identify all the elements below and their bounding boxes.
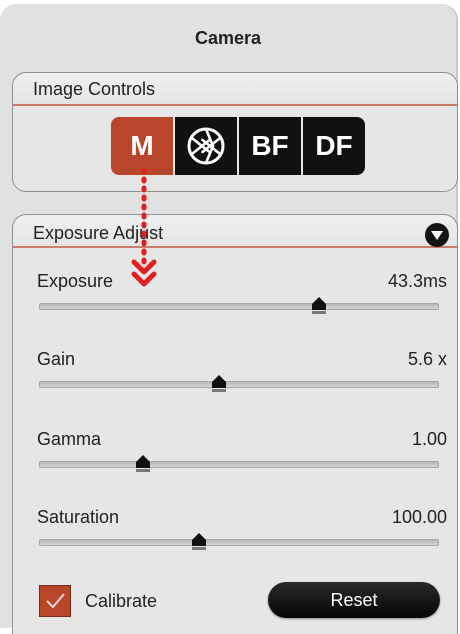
mode-selector: M BF DF [111, 117, 365, 175]
exposure-label: Exposure [37, 271, 114, 291]
gamma-label: Gamma [37, 429, 102, 449]
exposure-adjust-label: Exposure Adjust [33, 223, 164, 243]
mode-button-df[interactable]: DF [303, 117, 365, 175]
mode-button-aperture[interactable] [175, 117, 237, 175]
saturation-label: Saturation [37, 507, 120, 527]
aperture-icon [187, 127, 225, 165]
calibrate-label: Calibrate [85, 591, 158, 611]
reset-button[interactable]: Reset [268, 582, 440, 618]
exposure-adjust-group: Exposure Adjust Exposure 43.3ms Gain 5.6… [12, 214, 458, 634]
saturation-value: 100.00 [391, 507, 447, 527]
panel-title: Camera [194, 28, 262, 48]
gamma-slider[interactable] [39, 455, 439, 472]
slider-thumb[interactable] [209, 374, 229, 394]
gamma-value: 1.00 [411, 429, 447, 449]
image-controls-header: Image Controls [13, 73, 457, 106]
gain-label: Gain [37, 349, 76, 369]
gain-slider[interactable] [39, 375, 439, 392]
slider-thumb[interactable] [133, 454, 153, 474]
camera-panel: Camera Image Controls M BF DF Exposure A… [0, 4, 458, 634]
slider-thumb[interactable] [189, 532, 209, 552]
chevron-down-icon[interactable] [425, 223, 449, 247]
exposure-value: 43.3ms [387, 271, 447, 291]
image-controls-label: Image Controls [33, 79, 156, 99]
mode-button-bf[interactable]: BF [239, 117, 301, 175]
saturation-slider[interactable] [39, 533, 439, 550]
calibrate-checkbox[interactable] [39, 585, 71, 617]
mode-button-manual[interactable]: M [111, 117, 173, 175]
exposure-adjust-header[interactable]: Exposure Adjust [13, 215, 457, 248]
slider-thumb[interactable] [309, 296, 329, 316]
image-controls-group: Image Controls M BF DF [12, 72, 458, 192]
gain-value: 5.6 x [407, 349, 447, 369]
exposure-slider[interactable] [39, 297, 439, 314]
checkmark-icon [46, 593, 65, 609]
